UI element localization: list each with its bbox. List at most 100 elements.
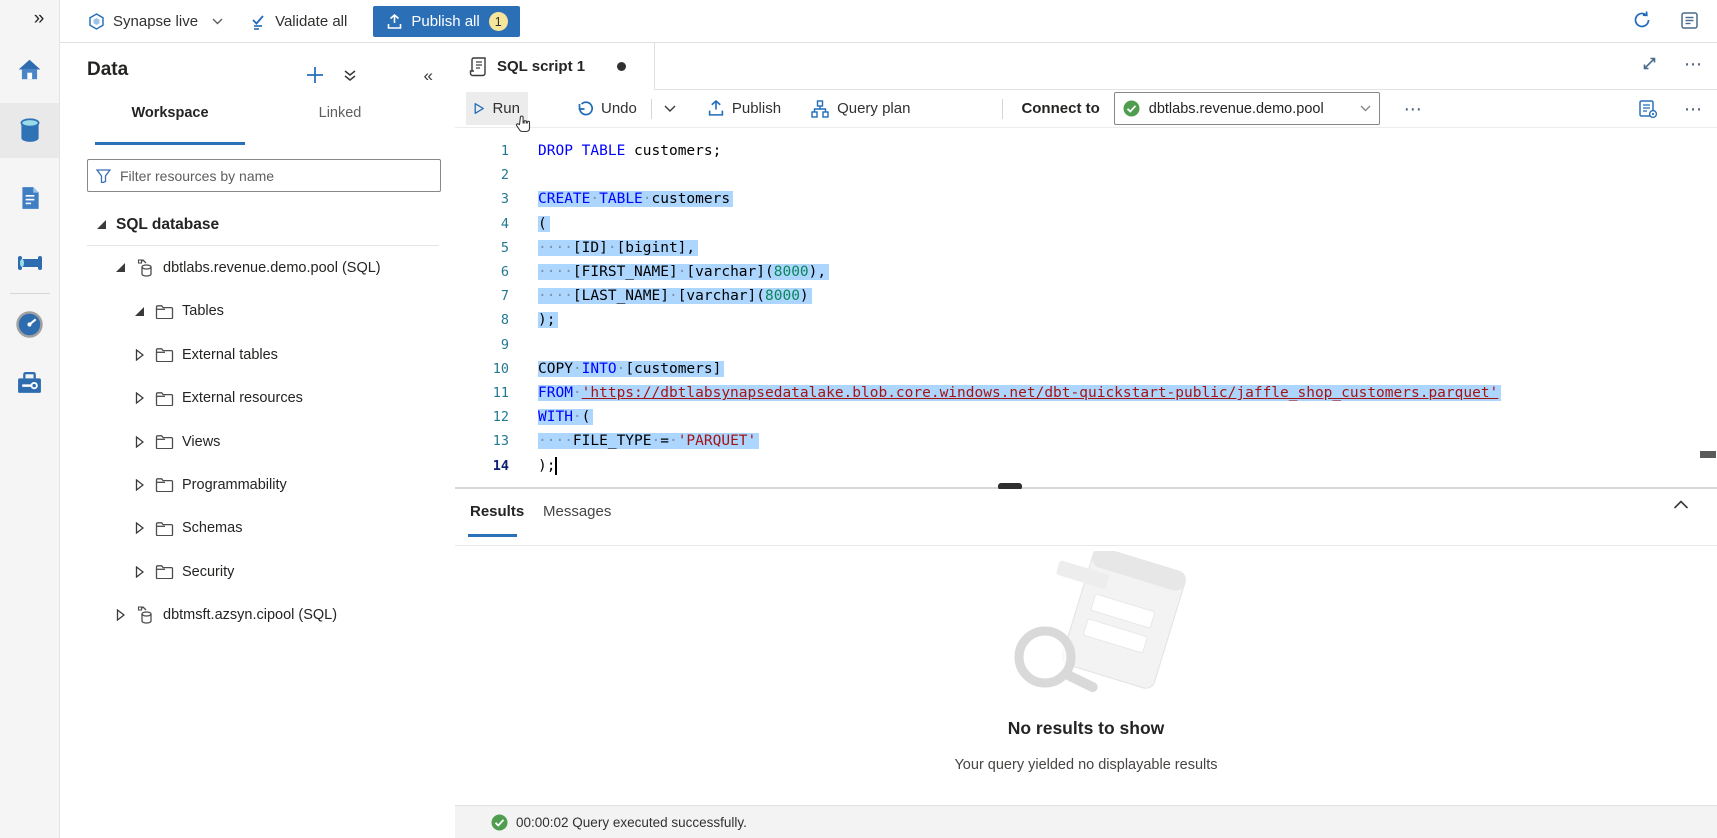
line-number: 7 bbox=[455, 288, 509, 304]
tab-sql-script[interactable]: SQL script 1 bbox=[455, 43, 655, 90]
code-text: WITH·( bbox=[538, 409, 593, 425]
undo-button[interactable]: Undo bbox=[568, 92, 645, 125]
query-plan-button[interactable]: Query plan bbox=[803, 92, 918, 125]
tree-collapsed-icon[interactable] bbox=[133, 436, 145, 448]
sidebar-item-manage[interactable] bbox=[0, 356, 59, 408]
toolbar-separator bbox=[651, 99, 652, 119]
connect-more-icon[interactable]: ⋯ bbox=[1404, 104, 1423, 114]
code-line-6[interactable]: 6····[FIRST_NAME]·[varchar](8000), bbox=[455, 260, 829, 284]
tab-title: SQL script 1 bbox=[497, 58, 585, 75]
toolbar-more-icon[interactable]: ⋯ bbox=[1684, 104, 1703, 114]
code-line-3[interactable]: 3CREATE·TABLE·customers bbox=[455, 187, 733, 211]
folder-icon bbox=[154, 304, 174, 319]
run-options-chevron-icon[interactable] bbox=[658, 105, 682, 113]
refresh-icon[interactable] bbox=[1632, 10, 1652, 30]
code-line-4[interactable]: 4( bbox=[455, 212, 550, 236]
editor-scrollbar-thumb[interactable] bbox=[1700, 451, 1716, 458]
tab-more-actions-icon[interactable]: ⋯ bbox=[1684, 59, 1703, 69]
publish-all-label: Publish all bbox=[411, 13, 479, 30]
chevron-down-icon bbox=[212, 18, 223, 25]
publish-button[interactable]: Publish bbox=[700, 92, 789, 125]
mouse-cursor-hand bbox=[515, 115, 532, 135]
sidebar-item-monitor[interactable] bbox=[0, 298, 59, 350]
validate-icon bbox=[249, 14, 267, 30]
active-tab-underline bbox=[95, 142, 245, 145]
text-caret bbox=[555, 457, 557, 475]
script-settings-icon[interactable] bbox=[1638, 99, 1658, 119]
pool-icon bbox=[135, 258, 155, 278]
publish-all-button[interactable]: Publish all 1 bbox=[373, 6, 519, 37]
sidebar-item-data[interactable] bbox=[0, 103, 59, 158]
folder-icon bbox=[154, 434, 174, 449]
tree-collapsed-icon[interactable] bbox=[133, 392, 145, 404]
empty-state-title: No results to show bbox=[455, 718, 1717, 739]
tree-collapsed-icon[interactable] bbox=[133, 522, 145, 534]
pool-icon bbox=[135, 605, 155, 625]
collapse-results-chevron-icon[interactable] bbox=[1673, 499, 1689, 510]
tree-item-label: dbtmsft.azsyn.cipool (SQL) bbox=[163, 607, 337, 623]
tree-collapsed-icon[interactable] bbox=[114, 609, 126, 621]
sidebar-item-integrate[interactable] bbox=[0, 237, 59, 289]
sidebar-item-home[interactable] bbox=[0, 44, 59, 96]
code-line-9[interactable]: 9 bbox=[455, 333, 547, 357]
collapse-panel-icon[interactable]: « bbox=[422, 64, 435, 88]
mode-selector[interactable]: Synapse live bbox=[88, 13, 223, 30]
folder-icon bbox=[154, 521, 174, 536]
tab-messages[interactable]: Messages bbox=[543, 503, 611, 520]
unsaved-indicator bbox=[617, 62, 626, 71]
validate-all-button[interactable]: Validate all bbox=[249, 13, 347, 30]
tree-item-sql-database[interactable]: SQL database2 bbox=[60, 203, 490, 246]
collapse-all-icon[interactable] bbox=[341, 67, 359, 85]
code-line-13[interactable]: 13····FILE_TYPE·=·'PARQUET' bbox=[455, 429, 759, 453]
mode-label: Synapse live bbox=[113, 13, 198, 30]
code-line-7[interactable]: 7····[LAST_NAME]·[varchar](8000) bbox=[455, 284, 812, 308]
data-explorer-panel: Data « Workspace Linked SQL database2dbt… bbox=[60, 43, 456, 838]
code-text: ····[ID]·[bigint], bbox=[538, 240, 698, 256]
code-line-11[interactable]: 11FROM·'https://dbtlabsynapsedatalake.bl… bbox=[455, 381, 1501, 405]
add-resource-icon[interactable] bbox=[303, 63, 327, 87]
code-line-1[interactable]: 1DROP TABLE customers; bbox=[455, 139, 721, 163]
tree-expanded-icon[interactable] bbox=[95, 219, 107, 230]
tree-collapsed-icon[interactable] bbox=[133, 479, 145, 491]
tree-item-dbtmsft-azsyn-cipool-sql[interactable]: dbtmsft.azsyn.cipool (SQL) bbox=[60, 594, 509, 637]
tree-item-label: Views bbox=[182, 434, 220, 450]
tree-expanded-icon[interactable] bbox=[114, 262, 126, 273]
sql-editor: SQL script 1 ⋯ Run Undo Publish Query pl… bbox=[455, 43, 1717, 488]
tab-workspace[interactable]: Workspace bbox=[90, 105, 250, 121]
tree-expanded-icon[interactable] bbox=[133, 306, 145, 317]
code-line-8[interactable]: 8); bbox=[455, 308, 558, 332]
toolbox-icon bbox=[16, 370, 43, 395]
undo-icon bbox=[576, 101, 593, 117]
filter-input[interactable] bbox=[118, 167, 432, 185]
query-plan-icon bbox=[811, 100, 829, 118]
pool-name: dbtlabs.revenue.demo.pool bbox=[1149, 101, 1351, 117]
code-area[interactable]: 1DROP TABLE customers; 2 3CREATE·TABLE·cus… bbox=[455, 127, 1717, 487]
tab-results[interactable]: Results bbox=[470, 503, 524, 520]
code-text: ); bbox=[538, 312, 558, 328]
nav-expand-button[interactable]: » bbox=[24, 6, 54, 32]
tab-linked[interactable]: Linked bbox=[260, 105, 420, 121]
results-divider bbox=[455, 545, 1717, 546]
results-panel: Results Messages No results to show Your… bbox=[455, 489, 1717, 838]
tree-collapsed-icon[interactable] bbox=[133, 566, 145, 578]
properties-icon[interactable] bbox=[1680, 11, 1699, 30]
code-line-12[interactable]: 12 WITH·( bbox=[455, 405, 593, 429]
code-line-10[interactable]: 10COPY·INTO·[customers] bbox=[455, 357, 724, 381]
tree-item-dbtlabs-revenue-demo-pool-sql[interactable]: dbtlabs.revenue.demo.pool (SQL) bbox=[60, 246, 509, 289]
left-nav-rail: » bbox=[0, 0, 60, 838]
line-number: 2 bbox=[455, 167, 509, 183]
sidebar-item-develop[interactable] bbox=[0, 172, 59, 224]
expand-editor-icon[interactable] bbox=[1641, 55, 1658, 72]
folder-icon bbox=[154, 477, 174, 492]
code-line-14[interactable]: 14); bbox=[455, 454, 557, 478]
code-line-2[interactable]: 2 bbox=[455, 163, 538, 187]
connect-to-label: Connect to bbox=[1021, 100, 1099, 117]
publish-icon bbox=[387, 14, 402, 30]
tree-collapsed-icon[interactable] bbox=[133, 349, 145, 361]
line-number: 12 bbox=[455, 409, 509, 425]
connected-check-icon bbox=[1123, 100, 1140, 117]
folder-icon bbox=[154, 391, 174, 406]
code-line-5[interactable]: 5····[ID]·[bigint], bbox=[455, 236, 698, 260]
pool-selector[interactable]: dbtlabs.revenue.demo.pool bbox=[1114, 92, 1380, 125]
publish-up-icon bbox=[708, 100, 724, 117]
